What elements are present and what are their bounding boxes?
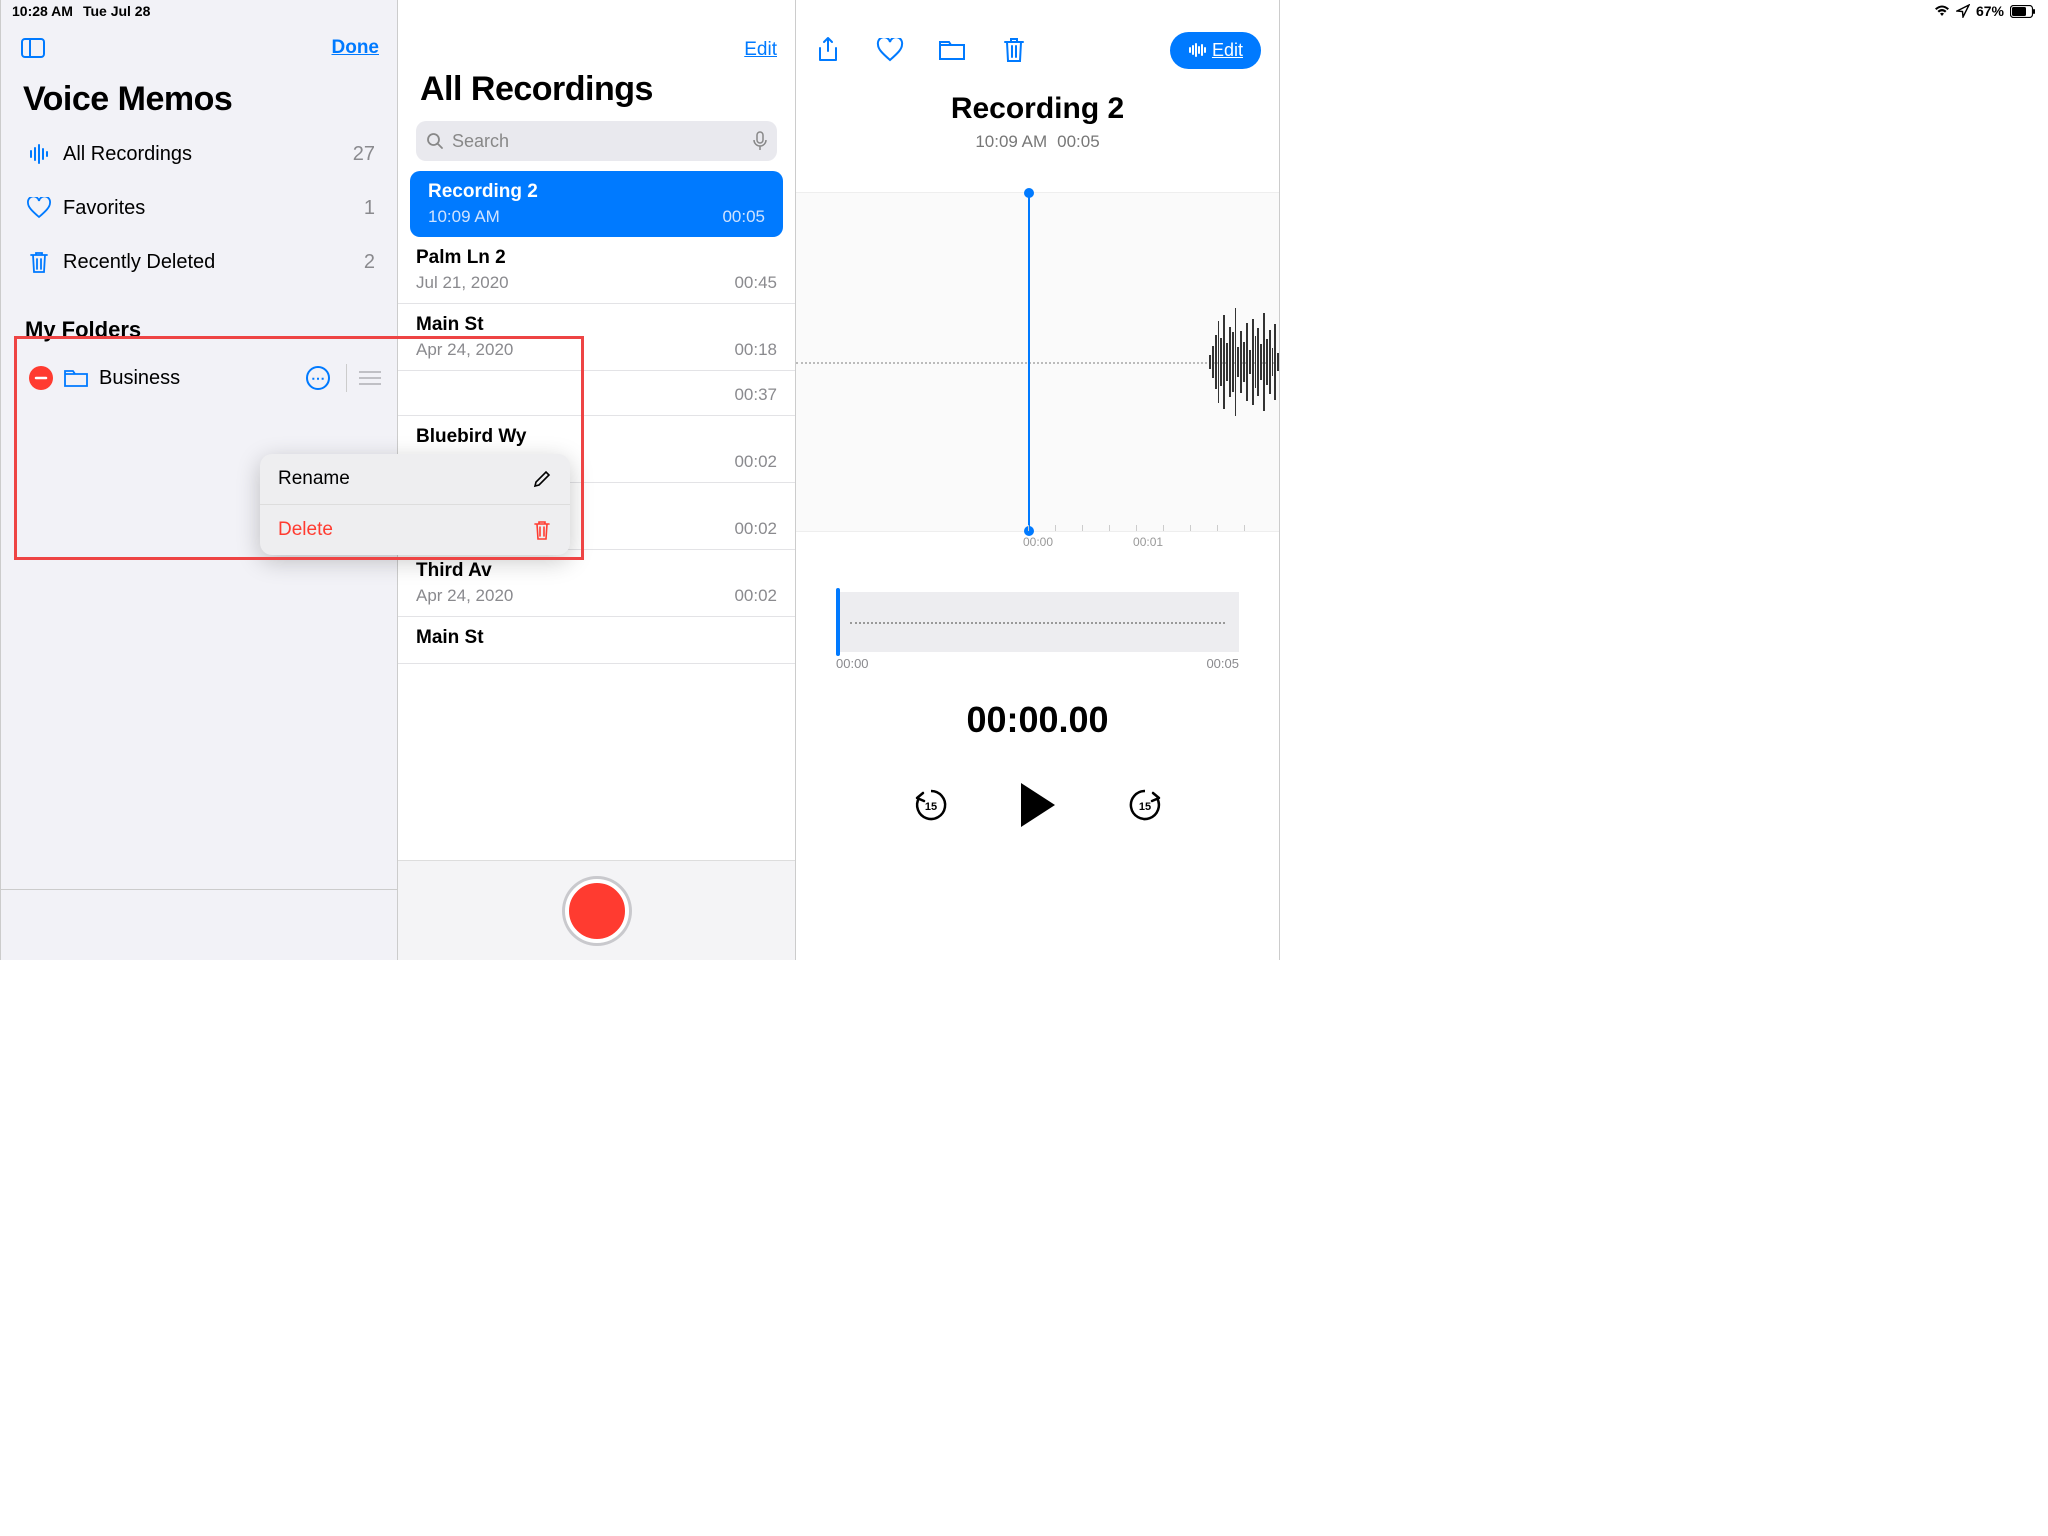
sidebar-item-label: Recently Deleted	[63, 251, 364, 274]
sidebar-title: Voice Memos	[1, 70, 397, 127]
recordings-title: All Recordings	[398, 70, 795, 117]
trash-icon	[23, 250, 55, 274]
sidebar-item-favorites[interactable]: Favorites 1	[9, 181, 389, 235]
recording-detail-duration: 00:05	[1057, 132, 1100, 152]
recording-detail-time: 10:09 AM	[975, 132, 1047, 152]
sidebar-item-label: All Recordings	[63, 143, 353, 166]
context-delete-button[interactable]: Delete	[260, 505, 570, 555]
context-delete-label: Delete	[278, 519, 333, 541]
playhead[interactable]	[1028, 193, 1030, 531]
status-time: 10:28 AM	[12, 3, 73, 19]
sidebar-item-count: 1	[364, 197, 375, 220]
recording-title: Main St	[416, 627, 777, 649]
edit-recording-button[interactable]: Edit	[1170, 32, 1261, 69]
trash-icon	[532, 519, 552, 541]
dictate-icon[interactable]	[753, 131, 767, 151]
recording-title: Bluebird Wy	[416, 426, 777, 448]
recording-duration: 00:02	[734, 586, 777, 606]
record-button[interactable]	[565, 879, 629, 943]
overview-start: 00:00	[836, 656, 869, 671]
recording-item[interactable]: Third Av Apr 24, 2020 00:02	[398, 550, 795, 617]
context-rename-label: Rename	[278, 468, 350, 490]
timeline-tick-0: 00:00	[1023, 535, 1053, 549]
recording-item[interactable]: Main St	[398, 617, 795, 664]
recording-duration: 00:45	[734, 273, 777, 293]
recording-item[interactable]: Palm Ln 2 Jul 21, 2020 00:45	[398, 237, 795, 304]
my-folders-heading: My Folders	[1, 289, 397, 351]
remove-folder-icon[interactable]	[29, 366, 53, 390]
status-bar: 10:28 AM Tue Jul 28 67%	[0, 0, 2048, 22]
move-to-folder-icon[interactable]	[938, 36, 966, 64]
recording-title: Palm Ln 2	[416, 247, 777, 269]
svg-text:15: 15	[1138, 801, 1150, 813]
skip-forward-button[interactable]: 15	[1125, 785, 1165, 825]
waveform-icon	[23, 143, 55, 165]
detail-column: Edit Recording 2 10:09 AM 00:05 00:00 00…	[796, 0, 1280, 960]
recording-detail-title: Recording 2	[796, 92, 1279, 126]
share-icon[interactable]	[814, 36, 842, 64]
folder-context-menu: Rename Delete	[260, 454, 570, 555]
recording-subtitle: Jul 21, 2020	[416, 273, 509, 293]
skip-back-button[interactable]: 15	[911, 785, 951, 825]
delete-icon[interactable]	[1000, 36, 1028, 64]
pencil-icon	[532, 469, 552, 489]
search-icon	[426, 132, 444, 150]
recording-item[interactable]: Main St Apr 24, 2020 00:18	[398, 304, 795, 371]
recording-duration: 00:05	[722, 207, 765, 227]
recording-item[interactable]: 00:37	[398, 371, 795, 416]
sidebar-item-label: Favorites	[63, 197, 364, 220]
edit-recordings-button[interactable]: Edit	[744, 39, 777, 61]
recording-duration: 00:02	[734, 452, 777, 472]
status-date: Tue Jul 28	[83, 3, 150, 19]
wifi-icon	[1934, 5, 1950, 17]
waveform-icon	[1188, 43, 1206, 57]
sidebar-item-all-recordings[interactable]: All Recordings 27	[9, 127, 389, 181]
heart-icon	[23, 197, 55, 219]
play-button[interactable]	[1021, 783, 1055, 827]
folder-more-icon[interactable]: ⋯	[306, 366, 330, 390]
recording-duration: 00:37	[734, 385, 777, 405]
folder-name-label: Business	[99, 367, 306, 390]
recording-title: Main St	[416, 314, 777, 336]
reorder-handle-icon[interactable]	[346, 364, 381, 392]
recording-item[interactable]: Recording 2 10:09 AM 00:05	[410, 171, 783, 237]
timeline-tick-1: 00:01	[1133, 535, 1163, 549]
battery-text: 67%	[1976, 3, 2004, 19]
sidebar-item-count: 2	[364, 251, 375, 274]
edit-label: Edit	[1212, 40, 1243, 61]
recording-subtitle: Apr 24, 2020	[416, 586, 513, 606]
search-field[interactable]	[416, 121, 777, 161]
sidebar-toggle-icon[interactable]	[19, 34, 47, 62]
waveform-overview[interactable]	[836, 592, 1239, 652]
recording-duration: 00:02	[734, 519, 777, 539]
folder-icon	[63, 367, 89, 389]
battery-icon	[2010, 5, 2036, 18]
recording-subtitle: Apr 24, 2020	[416, 340, 513, 360]
sidebar-item-count: 27	[353, 143, 375, 166]
recording-title: Third Av	[416, 560, 777, 582]
done-button[interactable]: Done	[332, 37, 380, 59]
overview-end: 00:05	[1206, 656, 1239, 671]
recording-title: Recording 2	[428, 181, 765, 203]
overview-cursor[interactable]	[836, 588, 840, 656]
sidebar-item-recently-deleted[interactable]: Recently Deleted 2	[9, 235, 389, 289]
folder-row-business[interactable]: Business ⋯	[1, 351, 397, 405]
recording-duration: 00:18	[734, 340, 777, 360]
waveform-timeline[interactable]: 00:00 00:01	[796, 192, 1279, 532]
search-input[interactable]	[452, 131, 745, 152]
svg-text:15: 15	[924, 801, 936, 813]
favorite-icon[interactable]	[876, 36, 904, 64]
location-icon	[1956, 4, 1970, 18]
context-rename-button[interactable]: Rename	[260, 454, 570, 504]
playback-timer: 00:00.00	[796, 699, 1279, 741]
recording-subtitle: 10:09 AM	[428, 207, 500, 227]
